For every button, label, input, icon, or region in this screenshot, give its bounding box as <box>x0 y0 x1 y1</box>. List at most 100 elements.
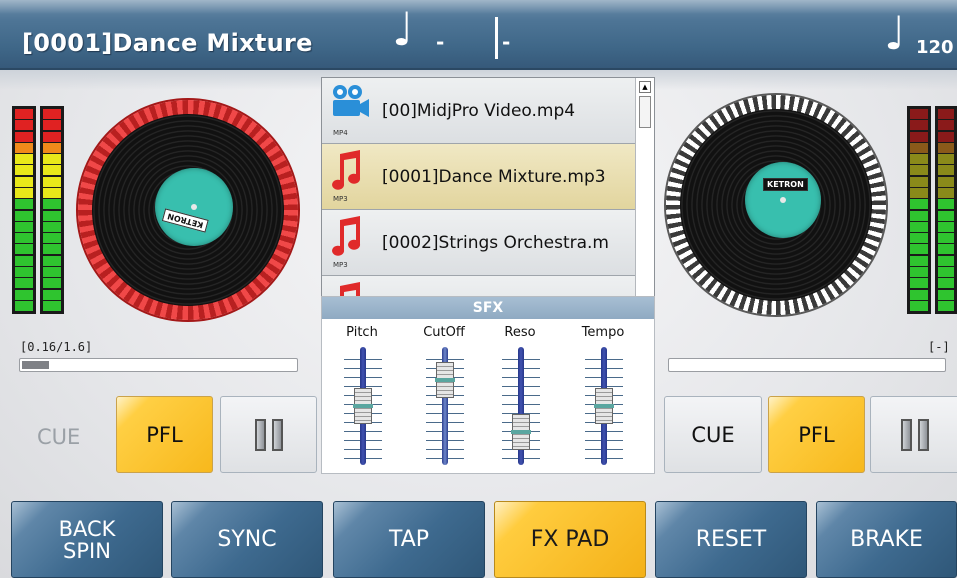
vu-segment <box>938 278 954 289</box>
file-row-partial[interactable] <box>322 276 635 296</box>
vu-segment <box>43 109 61 119</box>
music-note-icon <box>340 282 360 296</box>
vu-segment <box>15 300 33 311</box>
vu-segment <box>43 142 61 153</box>
vu-segment <box>15 187 33 198</box>
vu-segment <box>910 300 928 311</box>
vu-segment <box>15 109 33 119</box>
slider-knob[interactable] <box>353 388 373 424</box>
vu-segment <box>15 176 33 187</box>
scroll-thumb[interactable] <box>639 96 651 128</box>
vu-segment <box>15 221 33 232</box>
file-row[interactable]: MP3 [0002]Strings Orchestra.m <box>322 210 635 276</box>
reset-label: RESET <box>695 526 767 552</box>
music-note-icon <box>332 216 361 256</box>
vu-segment <box>938 210 954 221</box>
vu-segment <box>43 278 61 289</box>
vu-segment <box>43 244 61 255</box>
vu-segment <box>43 131 61 142</box>
division-value: - <box>502 30 511 54</box>
vu-segment <box>43 210 61 221</box>
vu-segment <box>43 120 61 131</box>
vu-segment <box>938 165 954 176</box>
cutoff-slider[interactable]: CutOff <box>404 319 484 473</box>
right-record-label: KETRON <box>745 162 821 238</box>
fx-pad-label: FX PAD <box>530 526 610 552</box>
vu-segment <box>43 221 61 232</box>
file-type: MP3 <box>333 261 348 269</box>
vu-segment <box>15 255 33 266</box>
tempo-value: 120 <box>916 37 954 58</box>
vu-segment <box>938 142 954 153</box>
tap-button[interactable]: TAP <box>333 501 485 578</box>
vu-meter-left-1 <box>12 106 36 314</box>
left-position-readout: [0.16/1.6] <box>20 340 93 354</box>
left-progress-bar[interactable] <box>19 358 298 372</box>
vu-segment <box>910 187 928 198</box>
tempo-slider[interactable]: Tempo <box>563 319 643 473</box>
left-progress-fill <box>22 361 49 369</box>
left-pfl-button[interactable]: PFL <box>116 396 213 473</box>
brake-button[interactable]: BRAKE <box>816 501 957 578</box>
right-spindle <box>780 197 786 203</box>
reset-button[interactable]: RESET <box>655 501 807 578</box>
scroll-up-arrow-icon[interactable]: ▲ <box>639 81 651 93</box>
file-browser[interactable]: MP4 [00]MidjPro Video.mp4 MP3 [0001]Danc… <box>321 77 655 297</box>
right-pause-button[interactable] <box>870 396 957 473</box>
back-spin-button[interactable]: BACK SPIN <box>11 501 163 578</box>
right-cue-button[interactable]: CUE <box>664 396 762 473</box>
vu-segment <box>910 266 928 277</box>
beat-value: - <box>436 30 445 54</box>
vu-meter-left-2 <box>40 106 64 314</box>
file-row-selected[interactable]: MP3 [0001]Dance Mixture.mp3 <box>322 144 635 210</box>
slider-knob[interactable] <box>594 388 614 424</box>
vu-segment <box>910 289 928 300</box>
vu-segment <box>938 300 954 311</box>
left-pause-button[interactable] <box>220 396 317 473</box>
vu-segment <box>15 266 33 277</box>
vu-segment <box>910 109 928 119</box>
right-progress-bar[interactable] <box>668 358 946 372</box>
slider-knob[interactable] <box>435 362 455 398</box>
vu-segment <box>910 199 928 210</box>
vu-segment <box>15 278 33 289</box>
vu-segment <box>910 233 928 244</box>
sync-label: SYNC <box>217 526 277 552</box>
fx-pad-button[interactable]: FX PAD <box>494 501 646 578</box>
vu-segment <box>43 255 61 266</box>
right-pfl-button[interactable]: PFL <box>768 396 865 473</box>
vu-segment <box>43 199 61 210</box>
vu-segment <box>43 187 61 198</box>
left-turntable[interactable]: KETRON <box>78 100 298 320</box>
left-ketron-logo: KETRON <box>162 208 209 233</box>
sync-button[interactable]: SYNC <box>171 501 323 578</box>
vu-segment <box>938 176 954 187</box>
right-turntable[interactable]: KETRON <box>666 95 886 315</box>
vu-segment <box>938 131 954 142</box>
reso-slider[interactable]: Reso <box>480 319 560 473</box>
left-cue-button[interactable]: CUE <box>37 425 80 449</box>
vu-segment <box>43 266 61 277</box>
file-list-scrollbar[interactable]: ▲ <box>635 78 654 296</box>
vu-segment <box>938 154 954 165</box>
vu-segment <box>938 199 954 210</box>
slider-knob[interactable] <box>511 414 531 450</box>
file-type: MP4 <box>333 129 348 137</box>
slider-label: Tempo <box>581 325 625 340</box>
vu-segment <box>15 244 33 255</box>
vu-segment <box>910 120 928 131</box>
vu-segment <box>43 154 61 165</box>
vu-segment <box>43 233 61 244</box>
brake-label: BRAKE <box>850 526 923 552</box>
right-cue-label: CUE <box>691 422 735 447</box>
vu-segment <box>938 221 954 232</box>
vu-segment <box>910 176 928 187</box>
pitch-slider[interactable]: Pitch <box>322 319 402 473</box>
file-name: [00]MidjPro Video.mp4 <box>382 101 576 121</box>
vu-meter-right-1 <box>907 106 931 314</box>
vu-segment <box>43 176 61 187</box>
slider-label: Pitch <box>346 325 378 340</box>
video-camera-icon <box>333 85 369 117</box>
file-row[interactable]: MP4 [00]MidjPro Video.mp4 <box>322 78 635 144</box>
file-name: [0002]Strings Orchestra.m <box>382 233 609 253</box>
